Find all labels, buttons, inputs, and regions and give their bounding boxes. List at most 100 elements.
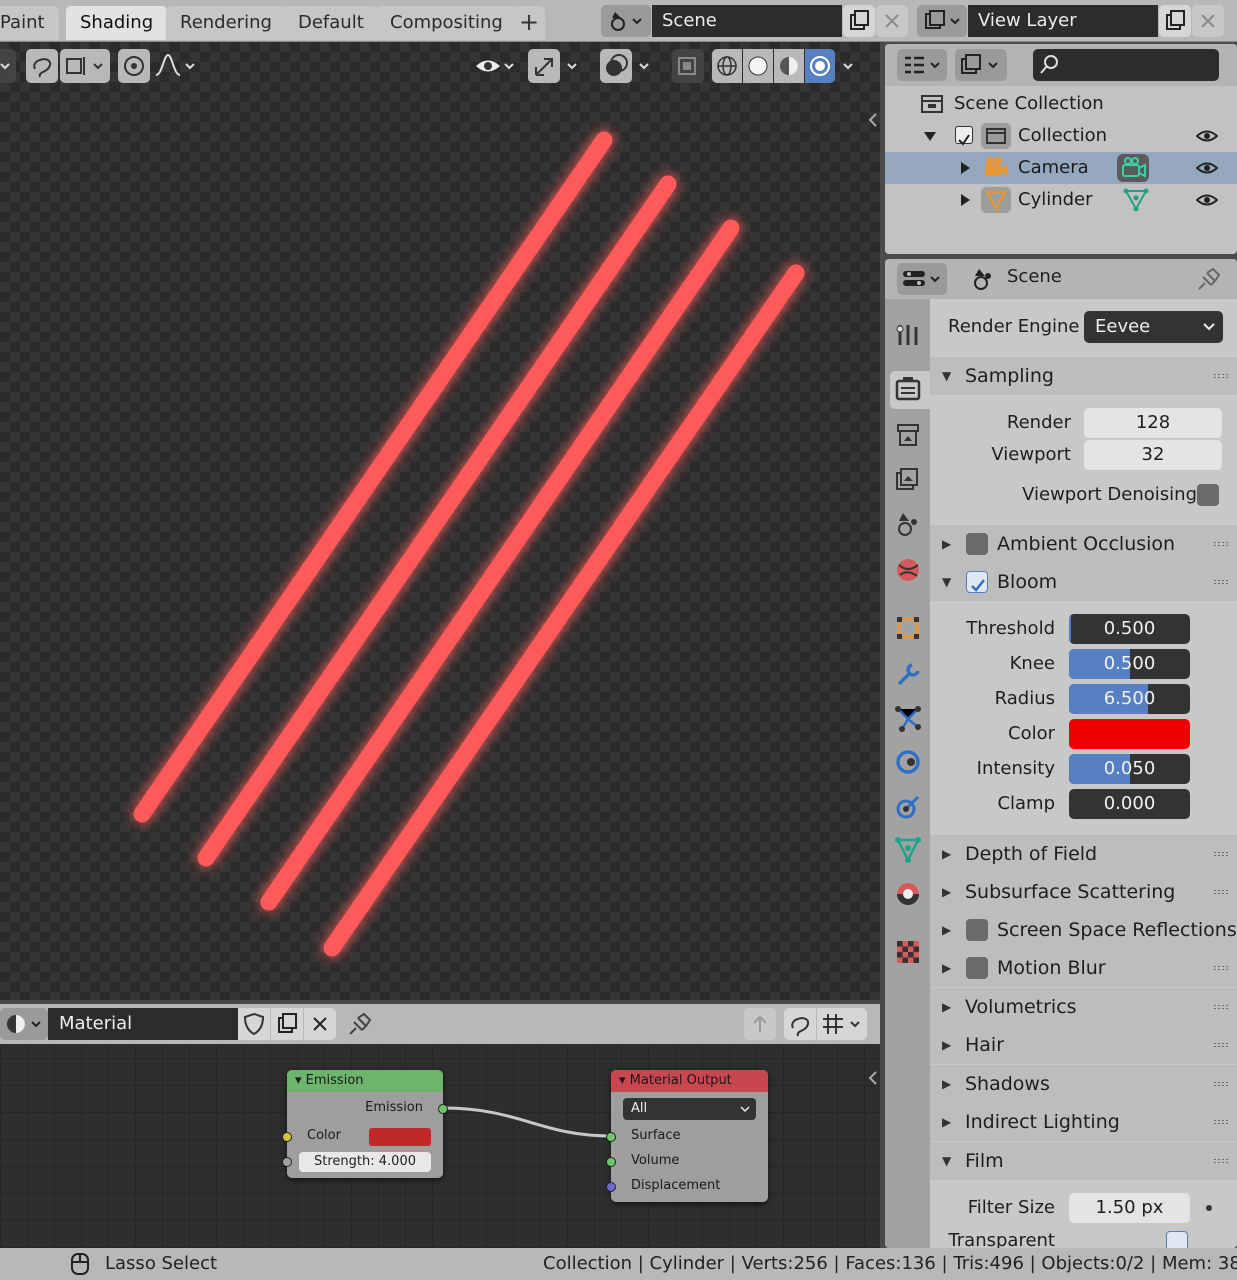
3d-viewport[interactable]: [0, 42, 880, 1000]
scene-browse-button[interactable]: [601, 5, 651, 37]
sidebar-toggle-icon[interactable]: [866, 110, 880, 130]
filter-size-field[interactable]: 1.50 px: [1069, 1193, 1190, 1223]
gizmo-button[interactable]: [528, 49, 560, 83]
emission-node[interactable]: ▾ Emission Emission Color Strength: 4.00…: [282, 1070, 448, 1178]
drag-handle-icon[interactable]: [1213, 541, 1229, 547]
threshold-slider[interactable]: 0.500: [1069, 614, 1190, 644]
strength-field[interactable]: Strength: 4.000: [299, 1152, 431, 1172]
panel-subsurface-scattering-header[interactable]: ▶ Subsurface Scattering: [930, 873, 1237, 911]
outliner-row-scene-collection[interactable]: Scene Collection: [885, 88, 1237, 120]
panel-hair-header[interactable]: ▶ Hair: [930, 1026, 1237, 1064]
panel-screen-space-reflections-header[interactable]: ▶ Screen Space Reflections: [930, 911, 1237, 949]
drag-handle-icon[interactable]: [1213, 1042, 1229, 1048]
tab-view-layer[interactable]: [890, 461, 926, 499]
tab-material[interactable]: [890, 875, 926, 913]
tab-compositing[interactable]: Compositing: [376, 6, 517, 40]
drag-handle-icon[interactable]: [1213, 965, 1229, 971]
properties-editor[interactable]: Scene Render Engine Eevee ▼ Sampling Ren…: [885, 259, 1237, 1248]
drag-handle-icon[interactable]: [1213, 889, 1229, 895]
viewport-denoising-checkbox[interactable]: [1197, 484, 1219, 506]
tab-rendering[interactable]: Rendering: [166, 6, 286, 40]
emission-color-swatch[interactable]: [369, 1128, 431, 1146]
viewport-samples-field[interactable]: 32: [1084, 440, 1222, 470]
outliner-row-camera[interactable]: Camera: [885, 152, 1237, 184]
delete-view-layer-button[interactable]: [1192, 5, 1224, 37]
color-input-socket[interactable]: [282, 1132, 292, 1142]
transparent-checkbox[interactable]: [1166, 1231, 1188, 1248]
volume-input-socket[interactable]: [606, 1157, 616, 1167]
knee-slider[interactable]: 0.500: [1069, 649, 1190, 679]
proportional-edit-button[interactable]: [118, 49, 150, 83]
solid-shading-button[interactable]: [743, 49, 773, 83]
panel-film-header[interactable]: ▼ Film: [930, 1142, 1237, 1180]
tab-constraints[interactable]: [890, 787, 926, 825]
panel-depth-of-field-header[interactable]: ▶ Depth of Field: [930, 835, 1237, 873]
outliner[interactable]: Scene Collection Collection Camera Cylin…: [885, 44, 1237, 254]
bloom-checkbox[interactable]: [966, 571, 988, 593]
shader-editor[interactable]: Material ▾ Emission Emission Color Stren…: [0, 1004, 880, 1248]
material-output-node[interactable]: ▾ Material Output All Surface Volume Dis…: [606, 1070, 768, 1202]
falloff-button[interactable]: [152, 49, 200, 83]
disclosure-down-icon[interactable]: [923, 130, 937, 142]
tab-output[interactable]: [890, 417, 926, 455]
tab-object[interactable]: [890, 609, 926, 647]
view-layer-name-field[interactable]: View Layer: [968, 5, 1158, 37]
drag-handle-icon[interactable]: [1213, 579, 1229, 585]
outliner-search-input[interactable]: [1033, 49, 1219, 81]
drag-handle-icon[interactable]: [1213, 1119, 1229, 1125]
tab-particles[interactable]: [890, 699, 926, 737]
panel-bloom-header[interactable]: ▼ Bloom: [930, 563, 1237, 601]
tab-texture[interactable]: [890, 933, 926, 971]
drag-handle-icon[interactable]: [1213, 1004, 1229, 1010]
snap-button[interactable]: [60, 49, 110, 83]
camera-data-icon[interactable]: [1117, 154, 1149, 182]
rendered-shading-button[interactable]: [805, 49, 835, 83]
drag-handle-icon[interactable]: [1213, 373, 1229, 379]
disclosure-right-icon[interactable]: [959, 193, 971, 207]
surface-input-socket[interactable]: [606, 1132, 616, 1142]
ambient-occlusion-checkbox[interactable]: [966, 533, 988, 555]
render-samples-field[interactable]: 128: [1084, 408, 1222, 438]
tab-scene[interactable]: [890, 505, 926, 543]
panel-indirect-lighting-header[interactable]: ▶ Indirect Lighting: [930, 1103, 1237, 1141]
tab-world[interactable]: [890, 551, 926, 589]
shading-menu-button[interactable]: [838, 49, 864, 83]
drag-handle-icon[interactable]: [1213, 1158, 1229, 1164]
outliner-editor-type-button[interactable]: [897, 49, 947, 81]
eye-icon[interactable]: [1196, 160, 1218, 176]
emission-output-socket[interactable]: [438, 1104, 448, 1114]
editor-type-button[interactable]: [0, 49, 16, 83]
view-layer-browse-button[interactable]: [917, 5, 967, 37]
ssr-checkbox[interactable]: [966, 919, 988, 941]
bloom-color-swatch[interactable]: [1069, 719, 1190, 749]
eye-icon[interactable]: [1196, 192, 1218, 208]
panel-shadows-header[interactable]: ▶ Shadows: [930, 1065, 1237, 1103]
overlays-menu-button[interactable]: [634, 49, 660, 83]
eye-icon[interactable]: [1196, 128, 1218, 144]
add-workspace-button[interactable]: +: [513, 6, 545, 40]
pin-icon[interactable]: [1195, 265, 1223, 293]
emission-node-header[interactable]: ▾ Emission: [287, 1070, 443, 1092]
output-target-select[interactable]: All: [623, 1098, 756, 1120]
render-engine-select[interactable]: Eevee: [1084, 311, 1223, 343]
properties-editor-type-button[interactable]: [897, 263, 947, 295]
new-view-layer-button[interactable]: [1159, 5, 1191, 37]
new-scene-button[interactable]: [843, 5, 875, 37]
drag-handle-icon[interactable]: [1213, 1081, 1229, 1087]
drag-handle-icon[interactable]: [1213, 851, 1229, 857]
displacement-input-socket[interactable]: [606, 1182, 616, 1192]
outliner-row-collection[interactable]: Collection: [885, 120, 1237, 152]
gizmo-menu-button[interactable]: [562, 49, 588, 83]
panel-volumetrics-header[interactable]: ▶ Volumetrics: [930, 988, 1237, 1026]
overlays-button[interactable]: [600, 49, 632, 83]
delete-scene-button[interactable]: [876, 5, 908, 37]
mesh-data-icon[interactable]: [1123, 188, 1149, 212]
motion-blur-checkbox[interactable]: [966, 957, 988, 979]
disclosure-right-icon[interactable]: [959, 161, 971, 175]
transform-pivot-button[interactable]: [26, 49, 58, 83]
panel-ambient-occlusion-header[interactable]: ▶ Ambient Occlusion: [930, 525, 1237, 563]
tab-object-data[interactable]: [890, 831, 926, 869]
radius-slider[interactable]: 6.500: [1069, 684, 1190, 714]
scene-name-field[interactable]: Scene: [652, 5, 842, 37]
panel-sampling-header[interactable]: ▼ Sampling: [930, 357, 1237, 395]
